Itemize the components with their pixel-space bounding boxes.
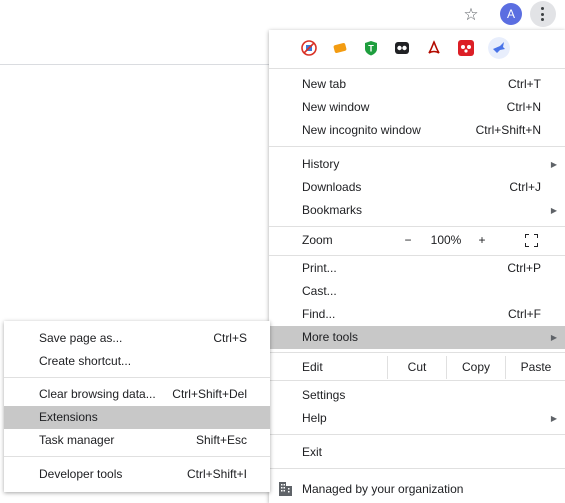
item-shortcut: Ctrl+Shift+N (475, 123, 541, 137)
menu-separator (269, 434, 565, 435)
submenu-arrow-icon: ▶ (550, 414, 557, 423)
managed-label: Managed by your organization (302, 482, 464, 496)
menu-item-find[interactable]: Find... Ctrl+F (269, 303, 565, 326)
bird-icon[interactable] (488, 37, 510, 59)
copy-button[interactable]: Copy (446, 356, 505, 379)
menu-separator (269, 468, 565, 469)
menu-separator (269, 255, 565, 256)
menu-item-exit[interactable]: Exit (269, 441, 565, 464)
item-shortcut: Ctrl+P (507, 261, 541, 275)
menu-separator (269, 146, 565, 147)
browser-toolbar: ☆ A (0, 0, 565, 30)
menu-item-print[interactable]: Print... Ctrl+P (269, 257, 565, 280)
submenu-arrow-icon: ▶ (550, 333, 557, 342)
menu-separator (269, 68, 565, 69)
menu-item-new-incognito[interactable]: New incognito window Ctrl+Shift+N (269, 119, 565, 142)
item-label: Extensions (39, 410, 98, 424)
zoom-level: 100% (430, 233, 462, 247)
submenu-item-developer-tools[interactable]: Developer tools Ctrl+Shift+I (4, 463, 270, 486)
item-label: Create shortcut... (39, 354, 132, 368)
menu-item-bookmarks[interactable]: Bookmarks ▶ (269, 199, 565, 222)
item-label: Cast... (302, 284, 337, 298)
menu-dot (541, 7, 544, 10)
item-label: Save page as... (39, 331, 123, 345)
item-shortcut: Ctrl+Shift+I (186, 467, 247, 481)
item-label: Print... (302, 261, 337, 275)
submenu-item-task-manager[interactable]: Task manager Shift+Esc (4, 429, 270, 452)
item-label: New incognito window (302, 123, 421, 137)
item-label: Find... (302, 307, 336, 321)
owl-icon[interactable] (394, 40, 410, 56)
submenu-item-create-shortcut[interactable]: Create shortcut... (4, 350, 270, 373)
menu-item-more-tools[interactable]: More tools ▶ (269, 326, 565, 349)
edit-row: Edit Cut Copy Paste (269, 356, 565, 379)
item-shortcut: Ctrl+F (508, 307, 541, 321)
acrobat-icon[interactable] (426, 40, 442, 56)
item-label: New tab (302, 77, 347, 91)
menu-separator (269, 352, 565, 353)
menu-item-help[interactable]: Help ▶ (269, 407, 565, 430)
cut-button[interactable]: Cut (387, 356, 446, 379)
zoom-in-button[interactable]: + (474, 229, 490, 252)
svg-text:T: T (368, 44, 374, 54)
item-shortcut: Shift+Esc (195, 433, 247, 447)
item-label: Exit (302, 445, 323, 459)
item-label: Help (302, 411, 327, 425)
item-shortcut: Ctrl+S (213, 331, 247, 345)
honey-icon[interactable] (332, 40, 348, 56)
menu-dot (541, 12, 544, 16)
menu-item-history[interactable]: History ▶ (269, 153, 565, 176)
item-shortcut: Ctrl+Shift+Del (172, 387, 247, 401)
toolbar-divider (0, 64, 270, 65)
item-label: History (302, 157, 340, 171)
item-label: More tools (302, 330, 359, 344)
submenu-arrow-icon: ▶ (550, 206, 557, 215)
menu-item-downloads[interactable]: Downloads Ctrl+J (269, 176, 565, 199)
more-tools-submenu: Save page as... Ctrl+S Create shortcut..… (4, 321, 270, 492)
menu-item-new-tab[interactable]: New tab Ctrl+T (269, 73, 565, 96)
zoom-label: Zoom (302, 233, 333, 247)
paste-button[interactable]: Paste (505, 356, 565, 379)
item-label: Downloads (302, 180, 362, 194)
building-icon (279, 482, 292, 496)
edit-label: Edit (302, 360, 323, 374)
zoom-out-button[interactable]: − (400, 229, 416, 252)
menu-separator (4, 456, 270, 457)
menu-item-cast[interactable]: Cast... (269, 280, 565, 303)
fullscreen-icon[interactable] (525, 234, 538, 247)
no-tracking-icon[interactable] (301, 40, 317, 56)
item-label: New window (302, 100, 370, 114)
item-label: Developer tools (39, 467, 123, 481)
t-shield-icon[interactable]: T (363, 40, 379, 56)
menu-dot (541, 18, 544, 21)
item-label: Bookmarks (302, 203, 363, 217)
item-label: Clear browsing data... (39, 387, 156, 401)
zoom-row: Zoom − 100% + (269, 229, 565, 252)
mendeley-icon[interactable] (458, 40, 474, 56)
profile-avatar[interactable]: A (500, 3, 522, 25)
submenu-item-extensions[interactable]: Extensions (4, 406, 270, 429)
chrome-menu-button[interactable] (530, 1, 556, 27)
submenu-item-clear-browsing[interactable]: Clear browsing data... Ctrl+Shift+Del (4, 383, 270, 406)
menu-separator (269, 226, 565, 227)
item-label: Settings (302, 388, 346, 402)
item-shortcut: Ctrl+N (506, 100, 541, 114)
item-label: Task manager (39, 433, 115, 447)
menu-separator (4, 377, 270, 378)
bookmark-star-icon[interactable]: ☆ (461, 5, 481, 25)
menu-item-settings[interactable]: Settings (269, 384, 565, 407)
submenu-arrow-icon: ▶ (550, 160, 557, 169)
menu-item-new-window[interactable]: New window Ctrl+N (269, 96, 565, 119)
item-shortcut: Ctrl+J (509, 180, 541, 194)
managed-by-org[interactable]: Managed by your organization (269, 478, 565, 501)
chrome-main-menu: T New tab Ctrl+T New window Ctrl+N New i… (269, 30, 565, 503)
menu-separator (269, 380, 565, 381)
item-shortcut: Ctrl+T (508, 77, 541, 91)
extensions-row: T (269, 30, 565, 68)
submenu-item-save-page[interactable]: Save page as... Ctrl+S (4, 327, 270, 350)
